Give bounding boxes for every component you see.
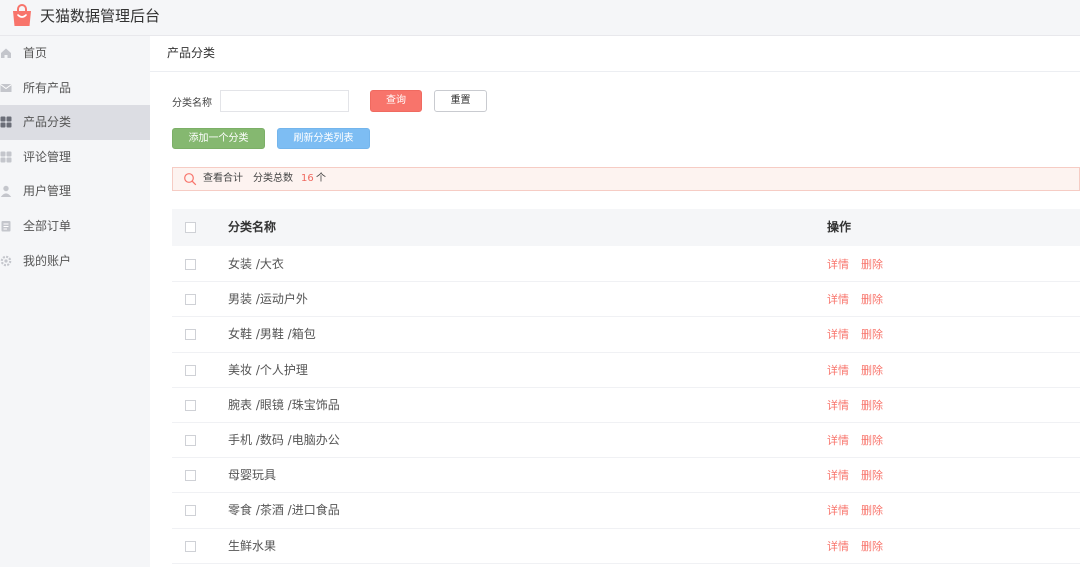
row-checkbox[interactable] (185, 329, 196, 341)
row-checkbox[interactable] (185, 399, 196, 411)
table-row: 零食 /茶酒 /进口食品 详情 删除 (172, 493, 1080, 529)
refresh-list-button[interactable]: 刷新分类列表 (277, 128, 370, 149)
mail-icon (0, 83, 12, 92)
table-row: 母婴玩具 详情 删除 (172, 458, 1080, 494)
category-table-body: 女装 /大衣 详情 删除 男装 /运动户外 详情 删除 女鞋 /男鞋 /箱包 详情 删除 美妆 /… (172, 247, 1080, 564)
table-row: 手机 /数码 /电脑办公 详情 删除 (172, 423, 1080, 459)
category-name-cell: 女鞋 /男鞋 /箱包 (228, 327, 316, 342)
detail-link[interactable]: 详情 (827, 247, 849, 282)
category-name-input[interactable] (220, 90, 349, 112)
add-category-button[interactable]: 添加一个分类 (172, 128, 265, 149)
detail-link[interactable]: 详情 (827, 458, 849, 493)
category-name-cell: 男装 /运动户外 (228, 292, 308, 307)
sidebar-item-label: 全部订单 (23, 218, 72, 233)
search-label: 分类名称 (172, 98, 212, 109)
delete-link[interactable]: 删除 (861, 423, 883, 458)
sidebar-item-label: 我的账户 (23, 253, 72, 268)
sidebar-item-users[interactable]: 用户管理 (0, 174, 150, 209)
category-name-cell: 母婴玩具 (228, 468, 277, 483)
sidebar-item-orders[interactable]: 全部订单 (0, 209, 150, 244)
summary-bar: 查看合计 分类总数 16 个 (172, 167, 1080, 191)
detail-link[interactable]: 详情 (827, 388, 849, 423)
detail-link[interactable]: 详情 (827, 529, 849, 564)
user-icon (0, 186, 12, 198)
table-header: 分类名称 操作 (172, 209, 1080, 246)
row-checkbox[interactable] (185, 434, 196, 446)
detail-link[interactable]: 详情 (827, 493, 849, 528)
app-title: 天猫数据管理后台 (40, 7, 161, 25)
delete-link[interactable]: 删除 (861, 529, 883, 564)
sidebar-item-label: 所有产品 (23, 80, 72, 95)
column-header-name: 分类名称 (228, 220, 277, 234)
sidebar-item-account[interactable]: 我的账户 (0, 244, 150, 279)
detail-link[interactable]: 详情 (827, 317, 849, 352)
sidebar-item-label: 产品分类 (23, 115, 72, 130)
detail-link[interactable]: 详情 (827, 282, 849, 317)
gear-icon (0, 255, 12, 266)
delete-link[interactable]: 删除 (861, 353, 883, 388)
row-checkbox[interactable] (185, 540, 196, 552)
detail-link[interactable]: 详情 (827, 353, 849, 388)
delete-link[interactable]: 删除 (861, 282, 883, 317)
category-count: 16 (301, 173, 314, 184)
sidebar-item-reviews[interactable]: 评论管理 (0, 140, 150, 175)
reset-button[interactable]: 重置 (434, 90, 487, 112)
delete-link[interactable]: 删除 (861, 458, 883, 493)
sidebar-item-label: 首页 (23, 46, 48, 60)
breadcrumb: 产品分类 (150, 36, 1080, 72)
column-header-actions: 操作 (827, 220, 852, 234)
grid-icon (0, 116, 12, 128)
delete-link[interactable]: 删除 (861, 388, 883, 423)
clipboard-icon (1, 220, 11, 232)
summary-unit: 个 (316, 173, 326, 184)
row-checkbox[interactable] (185, 259, 196, 270)
home-icon (1, 48, 11, 58)
detail-link[interactable]: 详情 (827, 423, 849, 458)
row-checkbox[interactable] (185, 294, 196, 306)
category-name-cell: 零食 /茶酒 /进口食品 (228, 503, 340, 518)
category-name-cell: 美妆 /个人护理 (228, 362, 308, 377)
table-row: 生鲜水果 详情 删除 (172, 529, 1080, 564)
sidebar-item-label: 用户管理 (23, 184, 72, 199)
category-name-cell: 女装 /大衣 (228, 257, 284, 271)
table-row: 美妆 /个人护理 详情 删除 (172, 353, 1080, 388)
category-name-cell: 生鲜水果 (228, 538, 277, 553)
table-row: 腕表 /眼镜 /珠宝饰品 详情 删除 (172, 388, 1080, 423)
row-checkbox[interactable] (185, 364, 196, 376)
shopping-bag-icon[interactable] (10, 4, 34, 28)
app-header: 天猫数据管理后台 (0, 0, 1080, 36)
category-name-cell: 手机 /数码 /电脑办公 (228, 432, 340, 447)
delete-link[interactable]: 删除 (861, 317, 883, 352)
summary-text: 查看合计 (203, 173, 243, 184)
main-content: 产品分类 分类名称 查询 重置 添加一个分类 刷新分类列表 查看合计 分类总数 … (150, 36, 1080, 567)
grid-icon (0, 151, 12, 163)
table-row: 男装 /运动户外 详情 删除 (172, 282, 1080, 318)
sidebar-item-label: 评论管理 (23, 149, 72, 164)
sidebar-item-product-category[interactable]: 产品分类 (0, 105, 150, 140)
table-row: 女装 /大衣 详情 删除 (172, 247, 1080, 283)
row-checkbox[interactable] (185, 470, 196, 482)
summary-label: 分类总数 (253, 173, 293, 184)
row-checkbox[interactable] (185, 505, 196, 517)
select-all-checkbox[interactable] (185, 222, 196, 233)
table-row: 女鞋 /男鞋 /箱包 详情 删除 (172, 317, 1080, 353)
search-icon (184, 173, 197, 186)
sidebar: 首页 所有产品 产品分类 评论管理 用户管理 全部订单 我的账户 (0, 36, 150, 567)
category-name-cell: 腕表 /眼镜 /珠宝饰品 (228, 397, 340, 412)
delete-link[interactable]: 删除 (861, 247, 883, 282)
sidebar-item-all-products[interactable]: 所有产品 (0, 71, 150, 106)
sidebar-item-home[interactable]: 首页 (0, 36, 150, 71)
query-button[interactable]: 查询 (370, 90, 422, 112)
delete-link[interactable]: 删除 (861, 493, 883, 528)
